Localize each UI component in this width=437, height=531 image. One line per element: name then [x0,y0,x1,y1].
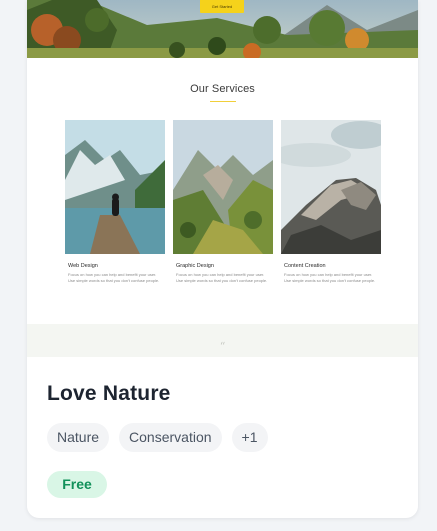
services-section: Our Services Web Design Focus on how you… [27,58,418,324]
service-title: Graphic Design [176,263,214,269]
service-description: Focus on how you can help and benefit yo… [68,272,160,283]
services-heading: Our Services [190,83,255,95]
price-badge: Free [47,471,107,498]
service-web-design: Web Design Focus on how you can help and… [65,120,165,284]
hero-image: Get Started [27,0,418,58]
template-card[interactable]: Get Started Our Services Web Design Focu… [27,0,418,518]
heading-underline [210,101,236,102]
service-content-creation: Content Creation Focus on how you can he… [281,120,381,284]
service-title: Web Design [68,263,98,269]
rock-peak-photo [281,120,381,254]
service-graphic-design: Graphic Design Focus on how you can help… [173,120,273,284]
lake-dock-photo [65,120,165,254]
valley-photo [173,120,273,254]
tag-conservation[interactable]: Conservation [119,423,222,452]
tag-nature[interactable]: Nature [47,423,110,452]
tag-list: Nature Conservation +1 [47,423,268,452]
quote-icon: “ [219,340,226,353]
service-description: Focus on how you can help and benefit yo… [176,272,268,283]
service-description: Focus on how you can help and benefit yo… [284,272,376,283]
hero-cta-button: Get Started [200,0,244,13]
testimonial-section: “ [27,324,418,357]
tag-more-count[interactable]: +1 [231,423,268,452]
service-title: Content Creation [284,263,326,269]
template-title[interactable]: Love Nature [47,382,171,406]
